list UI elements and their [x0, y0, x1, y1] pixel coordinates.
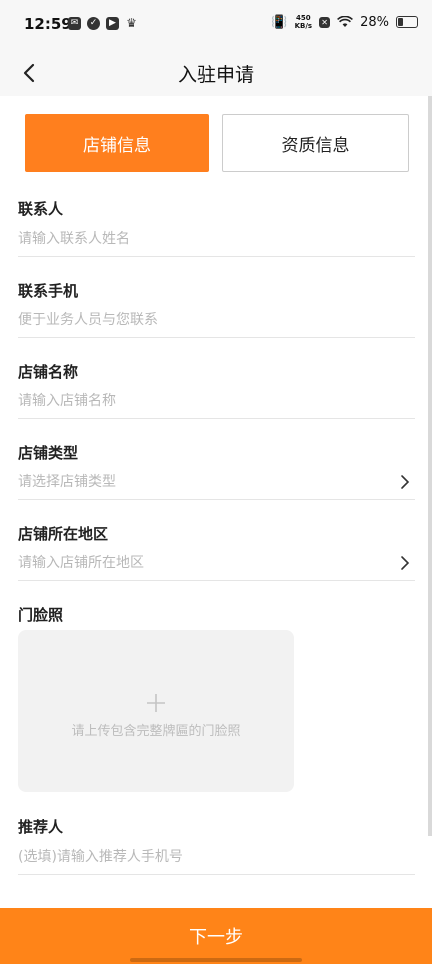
wifi-icon: [337, 16, 354, 27]
storefront-field: 门脸照: [18, 604, 415, 625]
referrer-input-wrap: [18, 840, 415, 875]
contact-input-wrap: [18, 222, 415, 257]
phone-label: 联系手机: [18, 282, 79, 300]
storefront-upload[interactable]: 请上传包含完整牌匾的门脸照: [18, 630, 294, 792]
storefront-label: 门脸照: [18, 606, 64, 624]
vibrate-icon: 📳: [271, 14, 288, 30]
next-button[interactable]: 下一步: [0, 908, 432, 964]
scrollbar[interactable]: [428, 96, 432, 836]
crown-icon: ♛: [126, 16, 137, 30]
chevron-right-icon: [401, 475, 410, 489]
contact-input[interactable]: [18, 222, 378, 256]
store-region-select[interactable]: 请输入店铺所在地区: [18, 546, 415, 581]
referrer-field: 推荐人: [18, 816, 415, 875]
referrer-label: 推荐人: [18, 818, 64, 836]
network-speed: 450 KB/s: [295, 14, 312, 30]
referrer-input[interactable]: [18, 840, 378, 874]
store-type-select[interactable]: 请选择店铺类型: [18, 465, 415, 500]
sim-icon: ✕: [319, 16, 331, 28]
store-region-placeholder: 请输入店铺所在地区: [18, 555, 144, 571]
phone-input-wrap: [18, 303, 415, 338]
contact-label: 联系人: [18, 200, 64, 218]
plus-icon: [147, 694, 165, 712]
status-bar: 12:59 ✉ ✓ ▶ ♛ 📳 450 KB/s ✕ 28%: [0, 0, 432, 50]
page-title: 入驻申请: [177, 64, 254, 86]
tab-store-info[interactable]: 店铺信息: [25, 114, 209, 172]
store-type-field: 店铺类型 请选择店铺类型: [18, 442, 415, 500]
message-icon: ✉: [68, 17, 81, 30]
nav-bar: 入驻申请: [0, 50, 432, 96]
store-type-placeholder: 请选择店铺类型: [18, 474, 116, 490]
upload-hint: 请上传包含完整牌匾的门脸照: [71, 724, 241, 739]
store-name-input-wrap: [18, 384, 415, 419]
check-icon: ✓: [87, 17, 100, 30]
chevron-right-icon: [401, 556, 410, 570]
battery-icon: [396, 16, 418, 28]
tab-qualification-info[interactable]: 资质信息: [222, 114, 409, 172]
home-indicator[interactable]: [130, 958, 302, 962]
contact-field: 联系人: [18, 198, 415, 257]
store-name-label: 店铺名称: [18, 363, 79, 381]
play-icon: ▶: [106, 17, 119, 30]
notification-icons: ✉ ✓ ▶ ♛: [68, 17, 138, 30]
store-name-field: 店铺名称: [18, 361, 415, 419]
store-region-label: 店铺所在地区: [18, 525, 109, 543]
phone-input[interactable]: [18, 303, 378, 337]
net-speed-value: 450: [296, 14, 311, 22]
net-speed-unit: KB/s: [294, 22, 313, 30]
store-type-label: 店铺类型: [18, 444, 79, 462]
status-right: 📳 450 KB/s ✕ 28%: [271, 14, 418, 30]
battery-percent: 28%: [360, 14, 389, 30]
phone-field: 联系手机: [18, 280, 415, 338]
store-region-field: 店铺所在地区 请输入店铺所在地区: [18, 523, 415, 581]
status-time: 12:59: [24, 15, 72, 33]
store-name-input[interactable]: [18, 384, 378, 418]
